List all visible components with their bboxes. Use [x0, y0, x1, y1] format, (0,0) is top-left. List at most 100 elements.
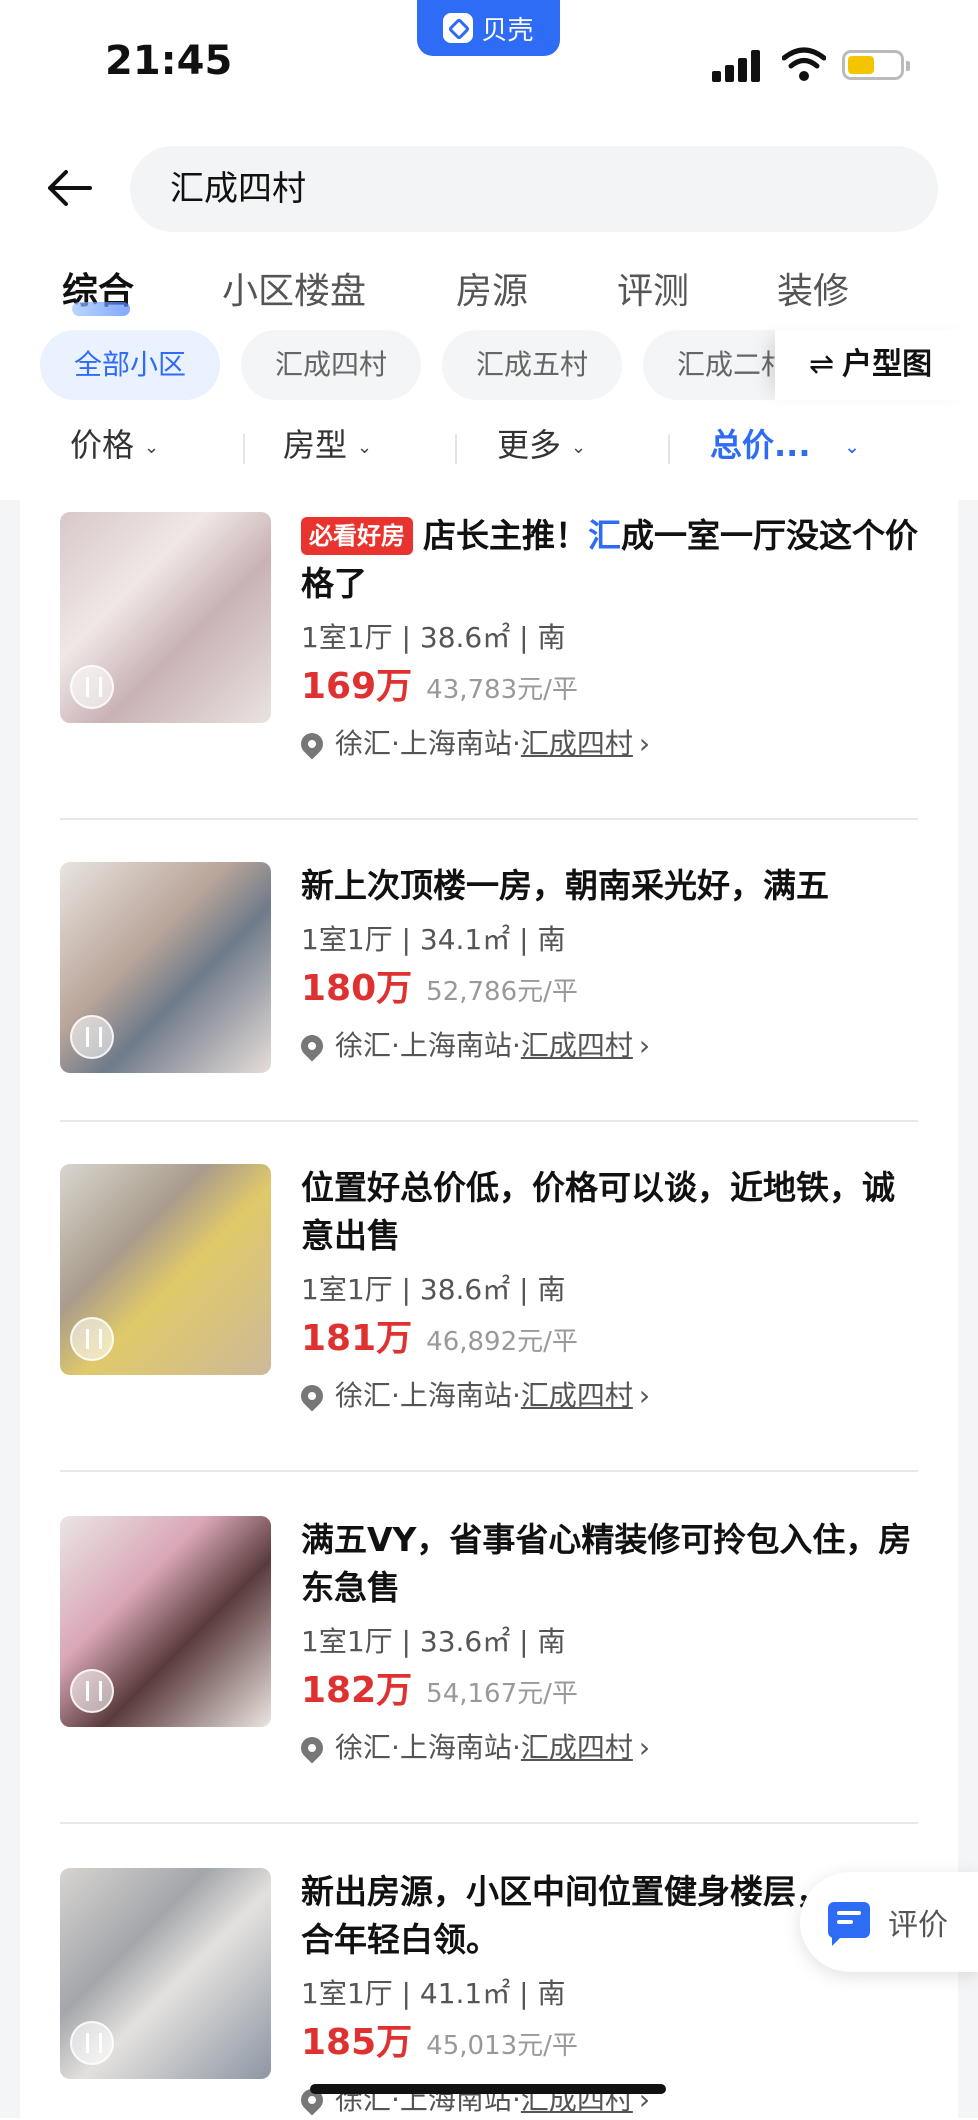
listing-title: 满五VY，省事省心精装修可拎包入住，房东急售: [301, 1520, 912, 1607]
listing-title: 必看好房 店长主推！汇成一室一厅没这个价格了: [301, 512, 921, 608]
filter-room-type[interactable]: 房型 ⌄: [283, 420, 372, 466]
home-indicator[interactable]: [310, 2084, 666, 2094]
listing-specs: 1室1厅 | 38.6㎡ | 南: [301, 621, 566, 654]
vr-icon: [70, 1015, 114, 1059]
community-link[interactable]: 汇成四村: [521, 1379, 633, 1412]
location-pin-icon: [296, 728, 328, 760]
review-button[interactable]: 评价: [800, 1872, 978, 1972]
battery-icon: [842, 50, 910, 80]
location-row[interactable]: 徐汇·上海南站·汇成四村 ›: [296, 1728, 921, 1768]
divider: [243, 434, 245, 464]
location-row[interactable]: 徐汇·上海南站·汇成四村 ›: [296, 724, 921, 764]
chevron-right-icon: ›: [638, 727, 651, 760]
filter-total-price[interactable]: 总价... ⌄: [710, 420, 860, 466]
community-link[interactable]: 汇成四村: [521, 1029, 633, 1062]
floorplan-label: 户型图: [842, 347, 933, 382]
area: 41.1㎡: [419, 1977, 511, 2010]
area-name: 上海南站: [399, 1731, 512, 1764]
district: 徐汇: [335, 727, 392, 760]
layout: 1室1厅: [301, 621, 393, 654]
district: 徐汇: [335, 1379, 392, 1412]
listing-photo[interactable]: [60, 1164, 271, 1375]
total-price: 182万: [301, 1670, 413, 1711]
layout: 1室1厅: [301, 923, 393, 956]
community-chips: 全部小区 汇成四村 汇成五村 汇成二村 ⇌ 户型图: [0, 330, 978, 402]
category-tabs: 综合 小区楼盘 房源 评测 装修: [0, 262, 978, 322]
chevron-down-icon: ⌄: [357, 436, 373, 458]
layout: 1室1厅: [301, 1977, 393, 2010]
listing-specs: 1室1厅 | 41.1㎡ | 南: [301, 1977, 566, 2010]
search-header: 汇成四村: [0, 140, 978, 235]
price-row: 180万 52,786元/平: [301, 966, 921, 1018]
status-time: 21:45: [105, 38, 233, 84]
listing-title: 新上次顶楼一房，朝南采光好，满五: [301, 866, 829, 905]
tab-communities[interactable]: 小区楼盘: [222, 262, 366, 314]
signal-icon: [712, 50, 764, 82]
chip-huicheng-5[interactable]: 汇成五村: [442, 330, 622, 400]
filter-more[interactable]: 更多 ⌄: [497, 420, 586, 466]
chevron-right-icon: ›: [638, 1029, 651, 1062]
chevron-down-icon: ⌄: [144, 436, 160, 458]
price-row: 181万 46,892元/平: [301, 1316, 921, 1368]
chat-bubble-icon: [828, 1902, 870, 1946]
chevron-down-icon: ⌄: [571, 436, 587, 458]
location-pin-icon: [296, 1732, 328, 1764]
area: 33.6㎡: [419, 1625, 511, 1658]
app-return-badge[interactable]: 贝壳: [417, 0, 560, 56]
listing-photo[interactable]: [60, 1868, 271, 2079]
tab-listings[interactable]: 房源: [456, 262, 528, 314]
filter-label: 总价...: [710, 426, 811, 464]
community-link[interactable]: 汇成四村: [521, 1731, 633, 1764]
price-row: 182万 54,167元/平: [301, 1668, 921, 1720]
beike-logo-icon: [443, 13, 474, 43]
community-link[interactable]: 汇成四村: [521, 727, 633, 760]
filter-label: 更多: [497, 426, 562, 464]
app-badge-label: 贝壳: [481, 15, 534, 46]
filter-bar: 价格 ⌄ 房型 ⌄ 更多 ⌄ 总价... ⌄: [0, 420, 978, 480]
back-arrow-icon[interactable]: [46, 168, 94, 208]
listing-photo[interactable]: [60, 1516, 271, 1727]
status-bar: 21:45 贝壳: [0, 0, 978, 120]
district: 徐汇: [335, 1731, 392, 1764]
facing: 南: [537, 1625, 566, 1658]
total-price: 181万: [301, 1318, 413, 1359]
divider: [668, 434, 670, 464]
total-price: 180万: [301, 968, 413, 1009]
unit-price: 46,892元/平: [426, 1327, 578, 1357]
chip-huicheng-4[interactable]: 汇成四村: [241, 330, 421, 400]
total-price: 169万: [301, 666, 413, 707]
listing-specs: 1室1厅 | 38.6㎡ | 南: [301, 1273, 566, 1306]
tab-comprehensive[interactable]: 综合: [62, 262, 134, 316]
listing-photo[interactable]: [60, 512, 271, 723]
listing-photo[interactable]: [60, 862, 271, 1073]
filter-price[interactable]: 价格 ⌄: [70, 420, 159, 466]
divider: [60, 1822, 918, 1824]
price-row: 169万 43,783元/平: [301, 664, 921, 716]
listing-specs: 1室1厅 | 34.1㎡ | 南: [301, 923, 566, 956]
location-row[interactable]: 徐汇·上海南站·汇成四村 ›: [296, 1376, 921, 1416]
filter-label: 价格: [70, 426, 135, 464]
search-input[interactable]: 汇成四村: [130, 146, 938, 232]
listing-title: 位置好总价低，价格可以谈，近地铁，诚意出售: [301, 1168, 895, 1255]
title-highlight: 汇: [588, 516, 621, 555]
title-text: 店长主推！: [423, 516, 588, 555]
location-row[interactable]: 徐汇·上海南站·汇成四村 ›: [296, 1026, 921, 1066]
active-tab-indicator: [72, 302, 130, 316]
tab-decoration[interactable]: 装修: [777, 262, 849, 314]
area-name: 上海南站: [399, 1379, 512, 1412]
facing: 南: [537, 923, 566, 956]
vr-icon: [70, 665, 114, 709]
tab-reviews[interactable]: 评测: [617, 262, 689, 314]
floorplan-button[interactable]: ⇌ 户型图: [775, 330, 978, 400]
chip-all-communities[interactable]: 全部小区: [40, 330, 220, 400]
divider: [60, 818, 918, 820]
unit-price: 45,013元/平: [426, 2031, 578, 2061]
facing: 南: [537, 1977, 566, 2010]
vr-icon: [70, 2021, 114, 2065]
unit-price: 54,167元/平: [426, 1679, 578, 1709]
total-price: 185万: [301, 2022, 413, 2063]
area-name: 上海南站: [399, 727, 512, 760]
swap-icon: ⇌: [809, 347, 835, 382]
area: 38.6㎡: [419, 621, 511, 654]
unit-price: 43,783元/平: [426, 675, 578, 705]
